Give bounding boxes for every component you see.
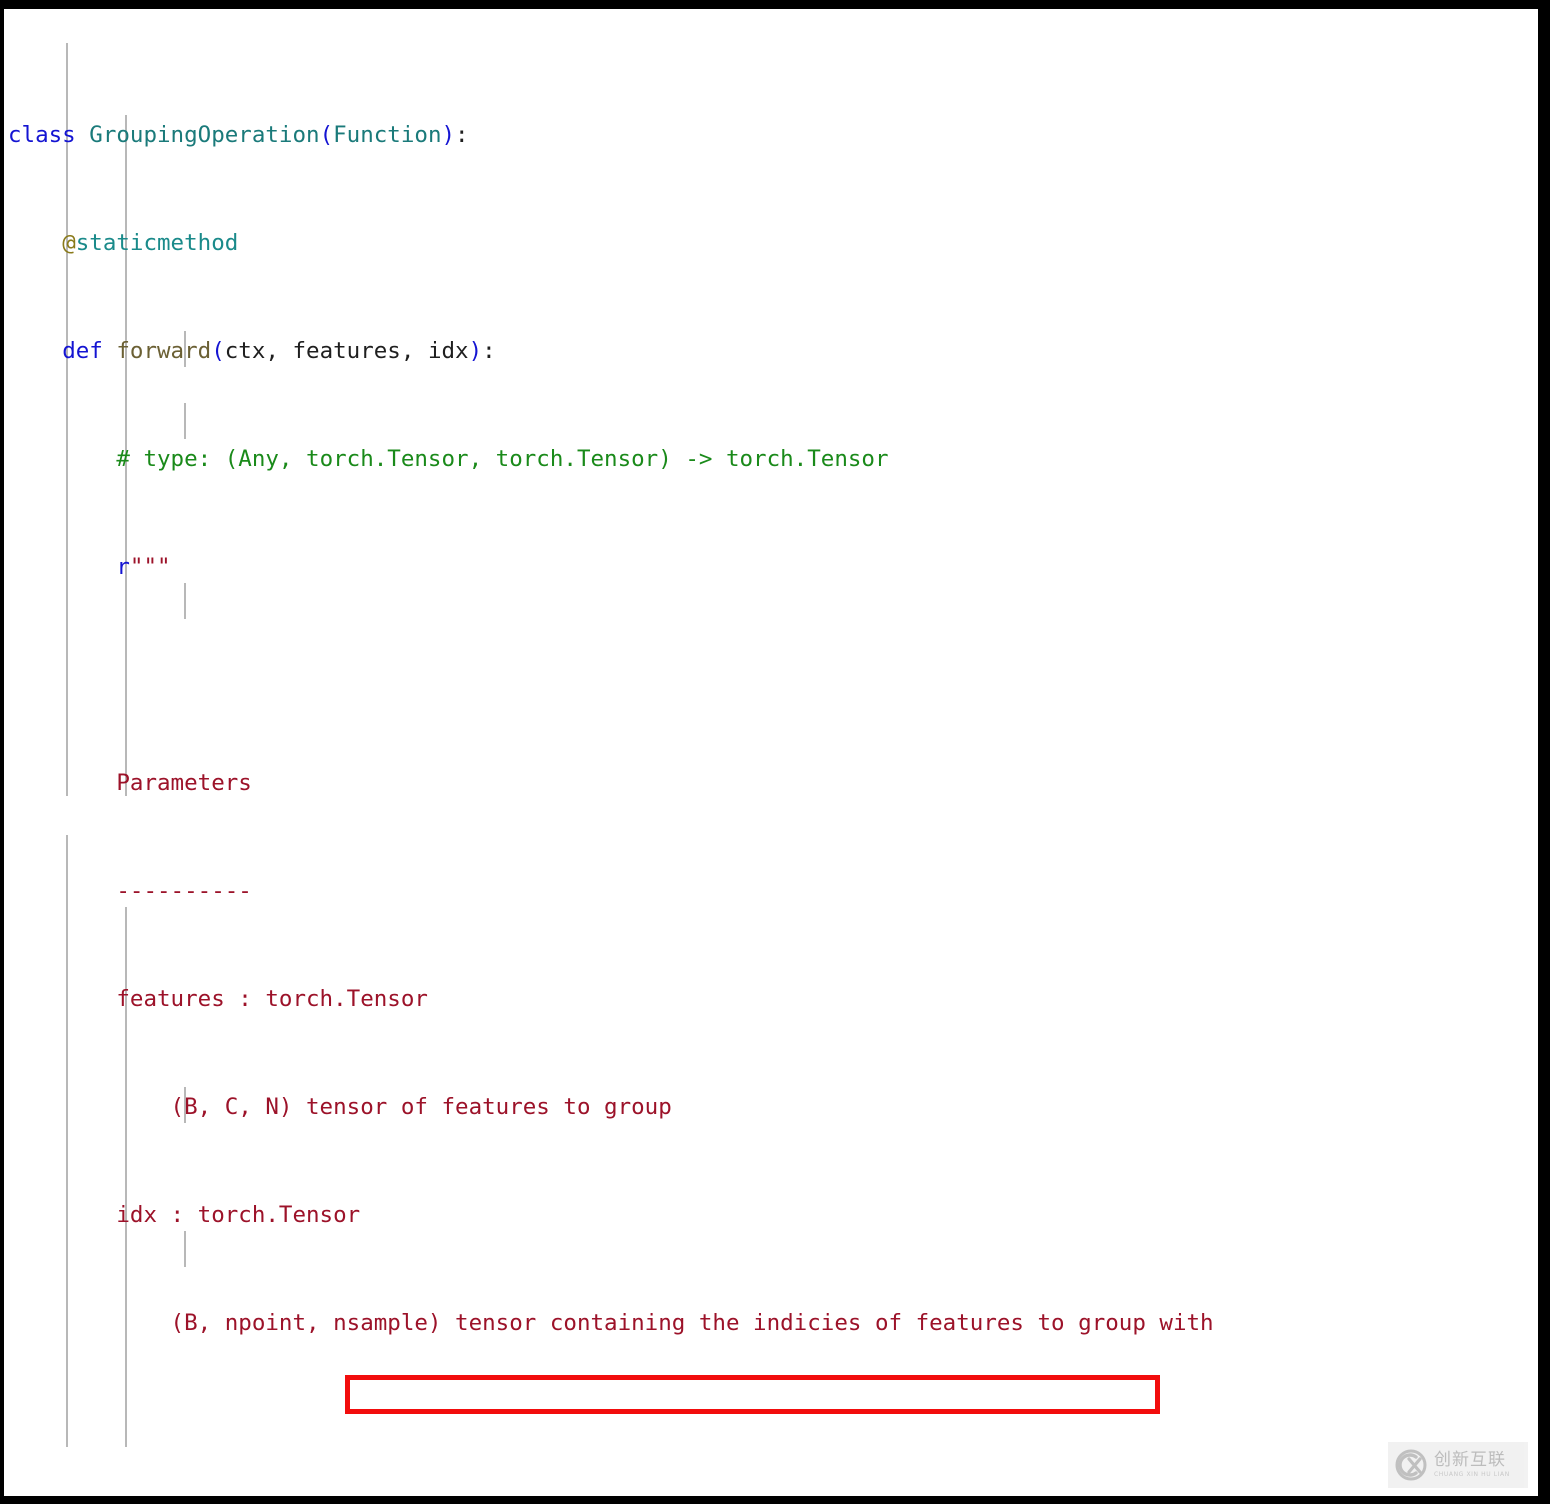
code-text[interactable]: class GroupingOperation(Function): @stat… [4, 9, 1538, 1496]
watermark-pinyin: CHUANG XIN HU LIAN [1434, 1471, 1510, 1478]
code-line: features : torch.Tensor [8, 986, 428, 1012]
code-line: Parameters [8, 770, 252, 796]
code-line: idx : torch.Tensor [8, 1202, 361, 1228]
code-editor-canvas[interactable]: class GroupingOperation(Function): @stat… [4, 9, 1538, 1496]
code-line: ---------- [8, 878, 252, 904]
code-line: (B, npoint, nsample) tensor containing t… [8, 1310, 1214, 1336]
code-line: class GroupingOperation(Function): [8, 122, 469, 148]
watermark: 创新互联 CHUANG XIN HU LIAN [1388, 1442, 1528, 1488]
code-line: @staticmethod [62, 230, 239, 256]
code-line: (B, C, N) tensor of features to group [8, 1094, 672, 1120]
watermark-chinese: 创新互联 [1434, 1450, 1506, 1470]
cx-logo-icon [1394, 1448, 1428, 1482]
code-screenshot: class GroupingOperation(Function): @stat… [0, 0, 1550, 1504]
code-line: def forward(ctx, features, idx): [62, 338, 496, 364]
code-line: # type: (Any, torch.Tensor, torch.Tensor… [116, 446, 889, 472]
code-line: r""" [116, 554, 171, 580]
